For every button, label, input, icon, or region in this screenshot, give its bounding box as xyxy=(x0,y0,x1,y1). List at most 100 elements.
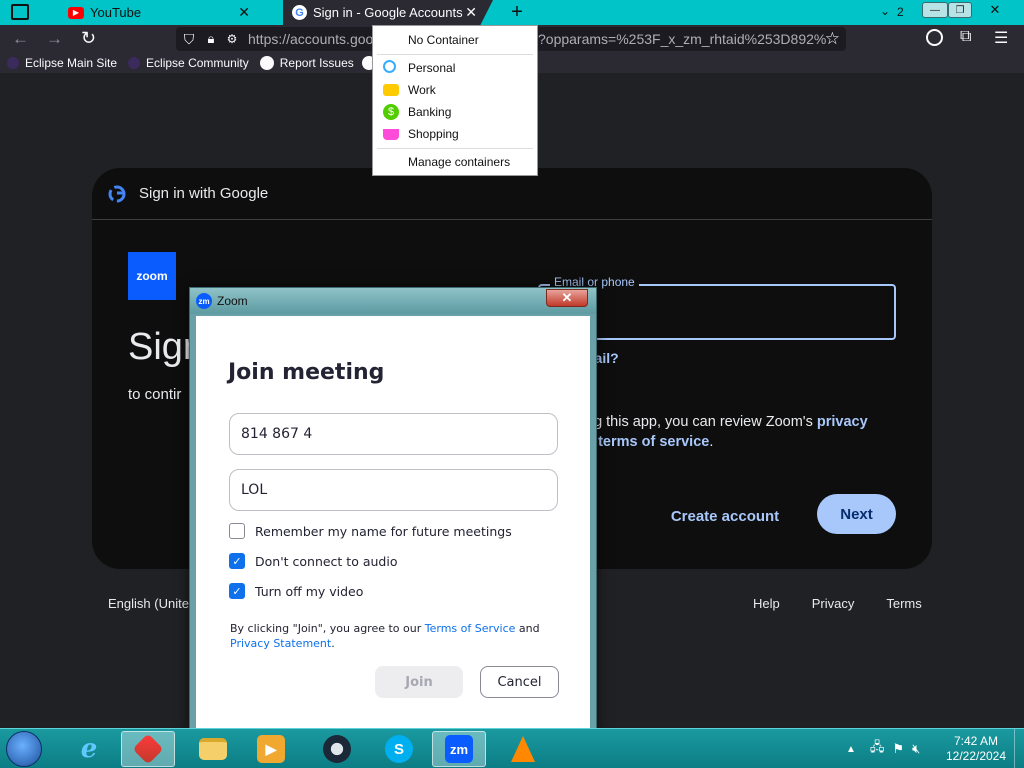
url-text: https://accounts.goo xyxy=(248,31,374,47)
menu-item-no-container[interactable]: No Container xyxy=(408,31,479,49)
cancel-button[interactable]: Cancel xyxy=(480,666,559,698)
privacy-footer-link[interactable]: Privacy xyxy=(812,596,855,611)
close-tab-icon[interactable]: ✕ xyxy=(465,4,477,21)
firefox-icon xyxy=(132,733,164,765)
privacy-notice: ng this app, you can review Zoom's priva… xyxy=(586,412,916,452)
checkbox-label: Don't connect to audio xyxy=(255,553,398,569)
checkbox-label: Turn off my video xyxy=(255,583,364,599)
taskbar-skype[interactable]: S xyxy=(372,731,426,767)
system-clock[interactable]: 7:42 AM 12/22/2024 xyxy=(938,734,1014,764)
show-hidden-icons-icon[interactable]: ▲ xyxy=(846,744,856,755)
bookmark-label: Eclipse Community xyxy=(146,55,249,70)
checkbox-checked-icon[interactable]: ✓ xyxy=(229,553,245,569)
menu-item-label: Shopping xyxy=(408,127,459,141)
menu-item-work[interactable]: Work xyxy=(383,81,436,99)
github-icon xyxy=(259,55,274,70)
terms-of-service-link[interactable]: Terms of Service xyxy=(425,622,516,635)
start-button[interactable] xyxy=(6,731,42,767)
taskbar-vlc[interactable] xyxy=(496,731,550,767)
dialog-titlebar[interactable]: zm Zoom ✕ xyxy=(190,288,596,314)
taskbar-firefox[interactable] xyxy=(121,731,175,767)
bookmark-eclipse-main-site[interactable]: Eclipse Main Site xyxy=(7,56,117,70)
briefcase-icon xyxy=(383,84,399,96)
lock-icon[interactable]: 🔒︎ xyxy=(204,31,218,47)
menu-icon[interactable]: ☰ xyxy=(994,28,1008,48)
legal-text: By clicking "Join", you agree to our xyxy=(230,622,425,635)
list-all-tabs-icon[interactable] xyxy=(11,4,29,20)
bookmark-report-issues[interactable]: Report Issues xyxy=(259,55,354,70)
signin-header-text: Sign in with Google xyxy=(139,185,269,202)
restore-window-button[interactable]: ❐ xyxy=(948,2,972,18)
close-tab-icon[interactable]: ✕ xyxy=(238,4,250,21)
volume-muted-icon[interactable]: 🔇︎ xyxy=(912,741,920,757)
tab-google-accounts[interactable]: G Sign in - Google Accounts ✕ xyxy=(283,0,493,25)
footer-links: Help Privacy Terms xyxy=(753,596,954,611)
menu-divider xyxy=(377,54,533,55)
terms-link[interactable]: terms of service xyxy=(598,434,709,450)
tab-youtube[interactable]: ▶ YouTube ✕ xyxy=(62,0,260,25)
display-name-input[interactable]: LOL xyxy=(229,469,558,511)
help-link[interactable]: Help xyxy=(753,596,780,611)
google-icon: G xyxy=(292,5,307,20)
no-audio-checkbox[interactable]: ✓ Don't connect to audio xyxy=(229,553,397,569)
bookmark-eclipse-community[interactable]: Eclipse Community xyxy=(128,56,249,70)
meeting-id-input[interactable]: 814 867 4 xyxy=(229,413,558,455)
network-icon[interactable]: 🖧︎ xyxy=(870,738,885,760)
cart-icon xyxy=(383,129,399,140)
reload-icon[interactable]: ↻ xyxy=(81,28,96,49)
url-text-tail: ?opparams=%253F_x_zm_rhtaid%253D892% xyxy=(538,31,827,47)
back-arrow-icon[interactable]: ← xyxy=(12,29,29,49)
legal-notice: By clicking "Join", you agree to our Ter… xyxy=(230,621,560,651)
eclipse-icon xyxy=(7,56,19,69)
checkbox-checked-icon[interactable]: ✓ xyxy=(229,583,245,599)
action-center-flag-icon[interactable]: ⚑ xyxy=(892,741,904,757)
menu-item-personal[interactable]: Personal xyxy=(383,59,456,77)
menu-item-label: Banking xyxy=(408,105,452,119)
privacy-link[interactable]: privacy xyxy=(817,414,868,430)
checkbox-label: Remember my name for future meetings xyxy=(255,523,512,539)
close-dialog-button[interactable]: ✕ xyxy=(546,289,588,307)
close-window-button[interactable]: ✕ xyxy=(972,2,1018,18)
taskbar-media-player[interactable]: ▶ xyxy=(244,731,298,767)
fingerprint-icon xyxy=(383,60,396,73)
language-selector[interactable]: English (United xyxy=(108,596,196,611)
dollar-icon: $ xyxy=(383,104,399,120)
shield-icon[interactable]: ⛉ xyxy=(182,31,196,48)
menu-item-label: Personal xyxy=(408,61,456,75)
terms-footer-link[interactable]: Terms xyxy=(886,596,921,611)
menu-item-banking[interactable]: $ Banking xyxy=(383,103,452,121)
taskbar-steam[interactable] xyxy=(310,731,364,767)
minimize-window-button[interactable]: — xyxy=(922,2,948,18)
menu-item-manage-containers[interactable]: Manage containers xyxy=(408,153,510,171)
forward-arrow-icon[interactable]: → xyxy=(46,29,63,49)
taskbar-internet-explorer[interactable]: e xyxy=(62,731,116,767)
zoom-icon: zm xyxy=(445,735,473,763)
join-button[interactable]: Join xyxy=(375,666,463,698)
create-account-button[interactable]: Create account xyxy=(660,498,790,534)
privacy-statement-link[interactable]: Privacy Statement xyxy=(230,637,331,650)
remember-name-checkbox[interactable]: Remember my name for future meetings xyxy=(229,523,512,539)
taskbar-zoom[interactable]: zm xyxy=(432,731,486,767)
browser-tab-bar: ▶ YouTube ✕ G Sign in - Google Accounts … xyxy=(0,0,1024,25)
page-subtitle: to contir xyxy=(128,386,182,403)
privacy-text: ng this app, you can review Zoom's xyxy=(586,414,817,430)
zoom-icon: zm xyxy=(196,293,212,309)
checkbox-unchecked-icon[interactable] xyxy=(229,523,245,539)
internet-explorer-icon: e xyxy=(80,734,98,764)
folder-icon xyxy=(199,738,227,760)
account-icon[interactable] xyxy=(926,29,943,46)
new-tab-icon[interactable]: + xyxy=(508,1,526,23)
extensions-icon[interactable]: ⧉ xyxy=(960,28,971,46)
menu-item-shopping[interactable]: Shopping xyxy=(383,125,459,143)
video-off-checkbox[interactable]: ✓ Turn off my video xyxy=(229,583,363,599)
media-player-icon: ▶ xyxy=(257,735,285,763)
star-icon[interactable]: ☆ xyxy=(825,29,840,49)
menu-item-label: No Container xyxy=(408,33,479,47)
taskbar-file-explorer[interactable] xyxy=(186,731,240,767)
chevron-down-icon[interactable]: ⌄ xyxy=(880,4,890,18)
legal-text: . xyxy=(331,637,335,650)
menu-item-label: Work xyxy=(408,83,436,97)
show-desktop-button[interactable] xyxy=(1014,729,1024,768)
permissions-icon[interactable]: ⚙ xyxy=(224,32,240,46)
next-button[interactable]: Next xyxy=(817,494,896,534)
